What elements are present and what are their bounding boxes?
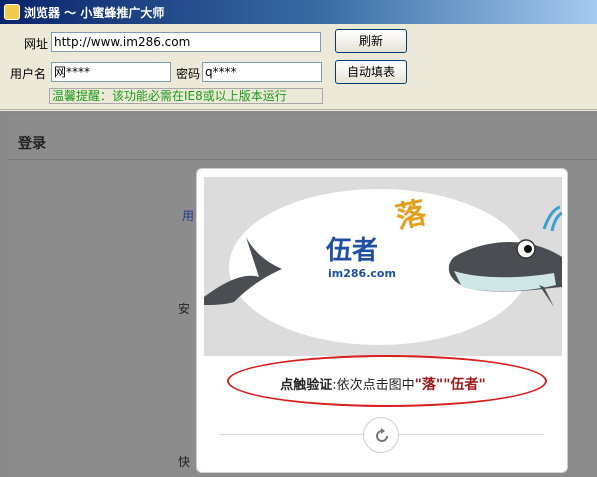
instruction-target-2: "伍者" <box>443 377 486 393</box>
bee-app-icon <box>4 4 20 20</box>
captcha-logo-text: 伍者 <box>326 236 378 266</box>
captcha-refresh-button[interactable] <box>363 417 399 453</box>
title-bar[interactable]: 浏览器 〜 小蜜蜂推广大师 <box>0 0 597 24</box>
login-divider <box>8 159 597 160</box>
captcha-dialog: 伍者 im286.com 落 点触验证:依次点击图中"落""伍者" <box>196 168 568 473</box>
login-link-fragment[interactable]: 用 <box>182 207 194 224</box>
hint-text: 温馨提醒：该功能必需在IE8或以上版本运行 <box>49 88 323 104</box>
captcha-url-text: im286.com <box>328 267 396 280</box>
password-label: 密码 <box>176 67 201 81</box>
url-label: 网址 <box>24 37 49 51</box>
username-input[interactable]: 网**** <box>51 62 171 82</box>
instruction-keyword: 点触验证 <box>280 378 333 393</box>
instruction-text: :依次点击图中 <box>332 378 415 393</box>
instruction-target-1: "落" <box>414 377 444 393</box>
captcha-image[interactable]: 伍者 im286.com 落 <box>204 177 562 356</box>
window-title: 浏览器 〜 小蜜蜂推广大师 <box>24 6 165 20</box>
password-input[interactable]: q**** <box>202 62 322 82</box>
quick-label-fragment: 快 <box>178 455 191 469</box>
autofill-button[interactable]: 自动填表 <box>335 60 407 84</box>
username-label: 用户名 <box>10 67 47 81</box>
captcha-instruction: 点触验证:依次点击图中"落""伍者" <box>197 374 569 394</box>
login-title: 登录 <box>18 136 46 152</box>
toolbar: 网址 http://www.im286.com 刷新 用户名 网**** 密码 … <box>0 24 597 110</box>
url-input[interactable]: http://www.im286.com <box>51 32 321 52</box>
refresh-button[interactable]: 刷新 <box>335 29 407 53</box>
browser-window: 浏览器 〜 小蜜蜂推广大师 网址 http://www.im286.com 刷新… <box>0 0 597 477</box>
refresh-icon <box>376 428 388 442</box>
security-label-fragment: 安 <box>178 302 191 316</box>
